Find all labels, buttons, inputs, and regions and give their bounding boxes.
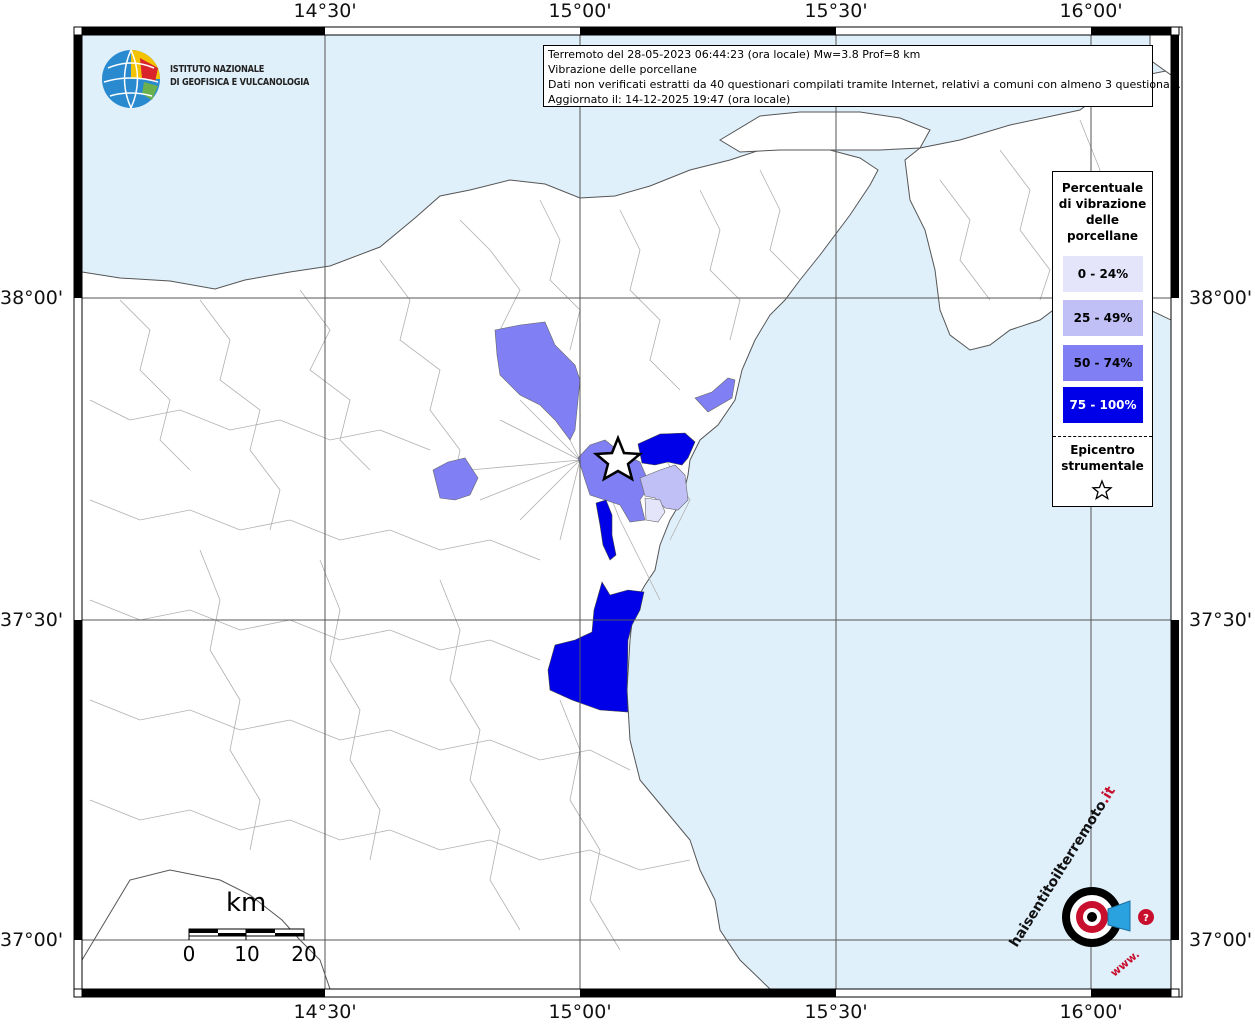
lon-tick-bottom: 15°30': [804, 1001, 868, 1023]
legend-class-0-24: 0 - 24%: [1063, 256, 1143, 292]
legend-class-75-100: 75 - 100%: [1063, 387, 1143, 423]
lat-tick-right: 38°00': [1189, 287, 1253, 309]
legend: Percentuale di vibrazione delle porcella…: [1052, 171, 1153, 507]
scale-bar: km 0 10 20: [180, 888, 340, 968]
lon-tick-top: 14°30': [293, 0, 357, 22]
legend-class-50-74: 50 - 74%: [1063, 345, 1143, 381]
legend-title-line: delle: [1085, 213, 1120, 227]
lat-tick-left: 37°30': [0, 609, 64, 631]
legend-class-25-49: 25 - 49%: [1063, 300, 1143, 336]
legend-title-line: Percentuale: [1061, 181, 1144, 195]
scale-label: 0: [182, 942, 196, 966]
data-note: Dati non verificati estratti da 40 quest…: [548, 78, 1181, 91]
lon-tick-top: 15°30': [804, 0, 868, 22]
legend-divider: [1053, 436, 1152, 437]
scale-unit: km: [226, 888, 267, 918]
logo-line-2: DI GEOFISICA E VULCANOLOGIA: [170, 77, 310, 88]
legend-title-line: di vibrazione: [1058, 197, 1147, 211]
legend-epicenter-line: Epicentro: [1070, 443, 1135, 457]
legend-star-icon: [1091, 479, 1113, 500]
scale-label: 20: [291, 942, 317, 966]
scale-bar-graphic: [188, 928, 305, 940]
ingv-globe-icon: [102, 49, 160, 109]
lat-tick-left: 37°00': [0, 929, 64, 951]
lat-tick-right: 37°30': [1189, 609, 1253, 631]
lat-tick-right: 37°00': [1189, 929, 1253, 951]
event-info-box: Terremoto del 28-05-2023 06:44:23 (ora l…: [543, 45, 1181, 107]
lon-tick-top: 15°00': [548, 0, 612, 22]
logo-line-1: ISTITUTO NAZIONALE: [170, 64, 265, 75]
lat-tick-left: 38°00': [0, 287, 64, 309]
event-title: Terremoto del 28-05-2023 06:44:23 (ora l…: [548, 48, 921, 61]
map-subject: Vibrazione delle porcellane: [548, 63, 697, 76]
legend-epicenter-line: strumentale: [1061, 459, 1144, 473]
scale-label: 10: [234, 942, 260, 966]
updated-timestamp: Aggiornato il: 14-12-2025 19:47 (ora loc…: [548, 93, 791, 106]
svg-text:?: ?: [1143, 913, 1149, 924]
lon-tick-bottom: 16°00': [1059, 1001, 1123, 1023]
legend-title-line: porcellane: [1066, 229, 1138, 243]
legend-epicenter-label: Epicentro strumentale: [1053, 442, 1152, 474]
lon-tick-top: 16°00': [1059, 0, 1123, 22]
lon-tick-bottom: 14°30': [293, 1001, 357, 1023]
haisentito-logo: ? haisentitoilterremoto.it www.: [1007, 784, 1160, 985]
legend-title: Percentuale di vibrazione delle porcella…: [1053, 180, 1152, 244]
lon-tick-bottom: 15°00': [548, 1001, 612, 1023]
ingv-logo: ISTITUTO NAZIONALE DI GEOFISICA E VULCAN…: [100, 48, 320, 109]
